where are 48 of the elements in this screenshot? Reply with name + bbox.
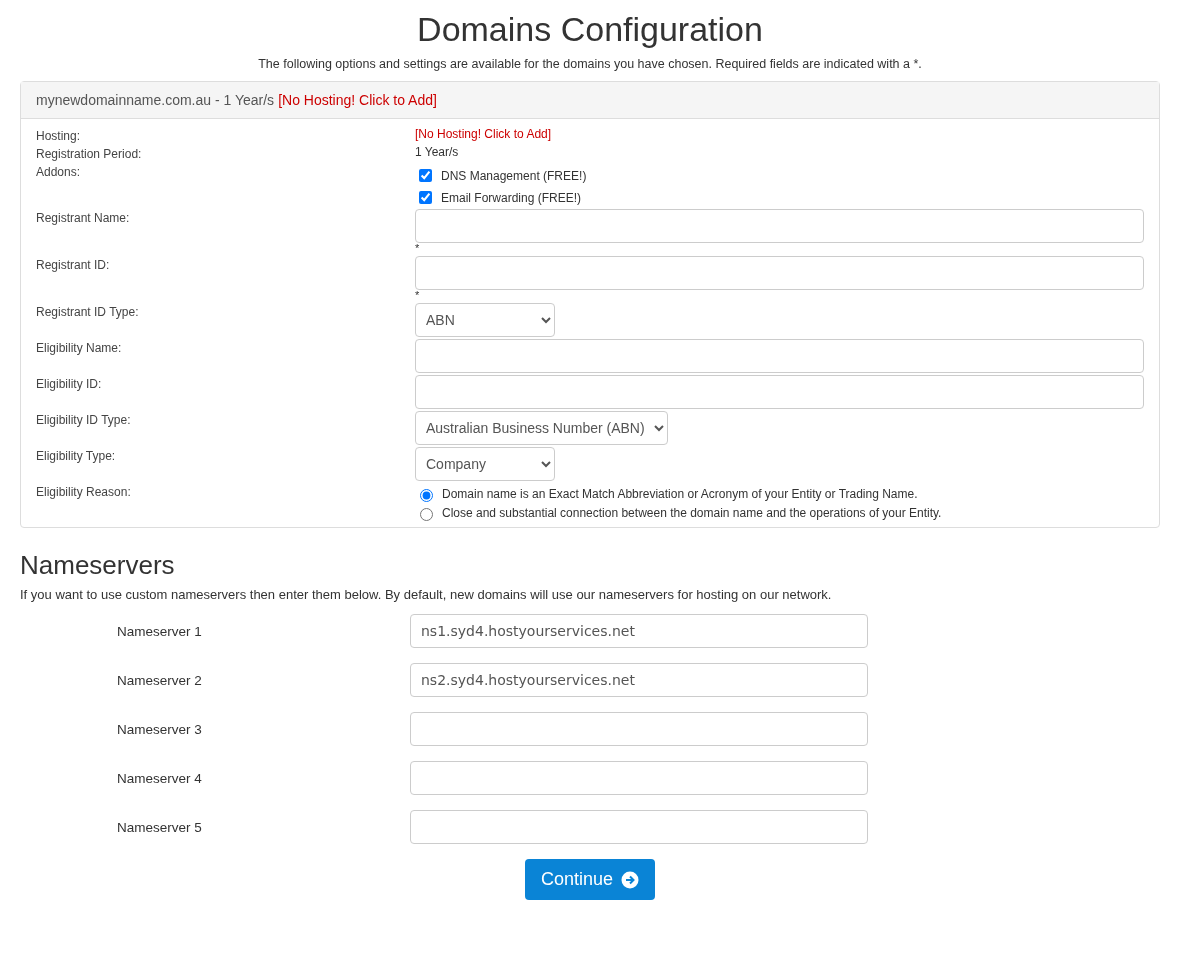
page-title: Domains Configuration <box>416 10 764 49</box>
checkbox-label: DNS Management (FREE!) <box>441 168 587 183</box>
field-label: Registration Period: <box>36 146 143 161</box>
checkbox-label: Email Forwarding (FREE!) <box>441 190 582 205</box>
field-label: Eligibility Type: <box>36 448 117 465</box>
required-mark: * <box>415 290 420 301</box>
page-subtitle: The following options and settings are available for the domains you have chosen. Required fields are indicated with a *. <box>257 57 923 71</box>
field-label: Registrant ID Type: <box>36 304 140 321</box>
nameserver-field[interactable]: ns2.syd4.hostyourservices.net <box>410 663 868 697</box>
radio-label: Domain name is an Exact Match Abbreviation or Acronym of your Entity or Trading Name. <box>442 487 918 501</box>
input-field[interactable] <box>415 256 1144 290</box>
field-label: Registrant Name: <box>36 210 131 227</box>
section-heading: Nameservers <box>20 550 176 581</box>
nameserver-label: Nameserver 2 <box>116 672 203 688</box>
field-label: Eligibility ID: <box>36 376 103 393</box>
required-mark: * <box>415 243 420 254</box>
field-label: Addons: <box>36 164 82 181</box>
add-hosting-link[interactable]: [No Hosting! Click to Add] <box>415 127 552 141</box>
nameserver-field[interactable] <box>410 761 868 795</box>
add-hosting-link[interactable]: [No Hosting! Click to Add] <box>278 92 437 108</box>
field-label: Eligibility ID Type: <box>36 412 132 429</box>
nameserver-label: Nameserver 3 <box>116 721 203 737</box>
select-field[interactable]: ABN <box>415 303 555 337</box>
domain-title: mynewdomainname.com.au - 1 Year/s <box>36 92 275 108</box>
checkbox[interactable] <box>419 169 432 182</box>
nameserver-field[interactable] <box>410 712 868 746</box>
radio-button[interactable] <box>420 508 433 521</box>
input-field[interactable] <box>415 209 1144 243</box>
field-label: Eligibility Name: <box>36 340 123 357</box>
nameserver-field[interactable]: ns1.syd4.hostyourservices.net <box>410 614 868 648</box>
nameserver-label: Nameserver 1 <box>116 623 203 639</box>
radio-button[interactable] <box>420 489 433 502</box>
nameserver-label: Nameserver 5 <box>116 819 203 835</box>
section-intro: If you want to use custom nameservers then enter them below. By default, new domains will use our nameservers for hosting on our network. <box>20 587 833 602</box>
nameserver-field[interactable] <box>410 810 868 844</box>
radio-label: Close and substantial connection between the domain name and the operations of your Entity. <box>442 506 942 520</box>
field-label: Registrant ID: <box>36 257 111 274</box>
select-field[interactable]: Company <box>415 447 555 481</box>
continue-button[interactable]: Continue <box>524 859 656 900</box>
select-field[interactable]: Australian Business Number (ABN) <box>415 411 668 445</box>
input-field[interactable] <box>415 375 1144 409</box>
field-label: Hosting: <box>36 128 82 143</box>
period-value: 1 Year/s <box>415 145 459 159</box>
nameserver-label: Nameserver 4 <box>116 770 203 786</box>
arrow-circle-icon <box>621 870 640 889</box>
input-field[interactable] <box>415 339 1144 373</box>
field-label: Eligibility Reason: <box>36 484 132 501</box>
checkbox[interactable] <box>419 191 432 204</box>
